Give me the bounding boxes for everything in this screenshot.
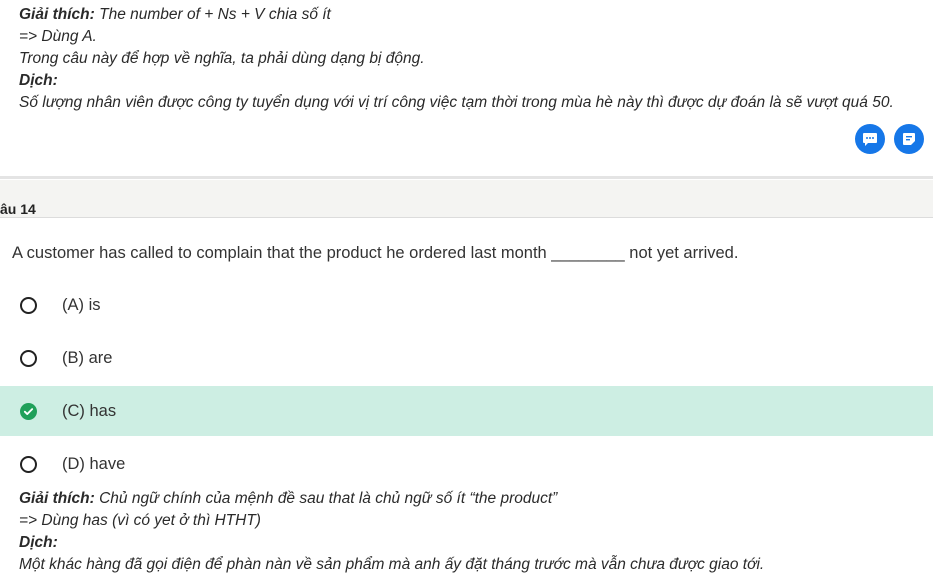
translation-text: Một khác hàng đã gọi điện để phàn nàn về…	[19, 556, 765, 573]
explanation-line-2: => Dùng has (vì có yet ở thì HTHT)	[19, 512, 261, 529]
chat-bubble-icon	[863, 133, 877, 146]
radio-unchecked-icon[interactable]	[20, 455, 37, 473]
note-button[interactable]	[894, 124, 924, 154]
note-icon	[903, 133, 915, 145]
question-text: A customer has called to complain that t…	[12, 244, 739, 262]
option-c[interactable]: (C) has	[0, 386, 933, 436]
option-label: (A) is	[62, 295, 101, 314]
explanation-text: Chủ ngữ chính của mệnh đề sau that là ch…	[94, 490, 558, 507]
explanation-line-1: Giải thích: The number of + Ns + V chia …	[19, 4, 894, 26]
radio-unchecked-icon[interactable]	[20, 349, 37, 367]
translation-label: Dịch:	[19, 72, 58, 89]
translation-label: Dịch:	[19, 534, 58, 551]
explanation-label: Giải thích:	[19, 6, 95, 23]
radio-unchecked-icon[interactable]	[20, 296, 37, 314]
comment-button[interactable]	[855, 124, 885, 154]
answer-explanation: Giải thích: Chủ ngữ chính của mệnh đề sa…	[19, 488, 764, 576]
explanation-line-1: Giải thích: Chủ ngữ chính của mệnh đề sa…	[19, 488, 764, 510]
option-b[interactable]: (B) are	[0, 333, 933, 383]
explanation-line-3: Trong câu này để hợp về nghĩa, ta phải d…	[19, 50, 425, 67]
previous-explanation: Giải thích: The number of + Ns + V chia …	[19, 4, 894, 114]
option-label: (C) has	[62, 401, 117, 420]
option-d[interactable]: (D) have	[0, 439, 933, 489]
translation-text: Số lượng nhân viên được công ty tuyển dụ…	[19, 94, 894, 111]
explanation-line-2: => Dùng A.	[19, 28, 97, 45]
explanation-text: The number of + Ns + V chia số ít	[94, 6, 331, 23]
explanation-label: Giải thích:	[19, 490, 95, 507]
option-label: (D) have	[62, 454, 126, 473]
question-number: âu 14	[0, 201, 36, 217]
option-a[interactable]: (A) is	[0, 280, 933, 330]
section-divider	[0, 176, 933, 179]
check-circle-icon[interactable]	[20, 402, 37, 420]
option-label: (B) are	[62, 348, 113, 367]
question-header: âu 14	[0, 180, 933, 218]
